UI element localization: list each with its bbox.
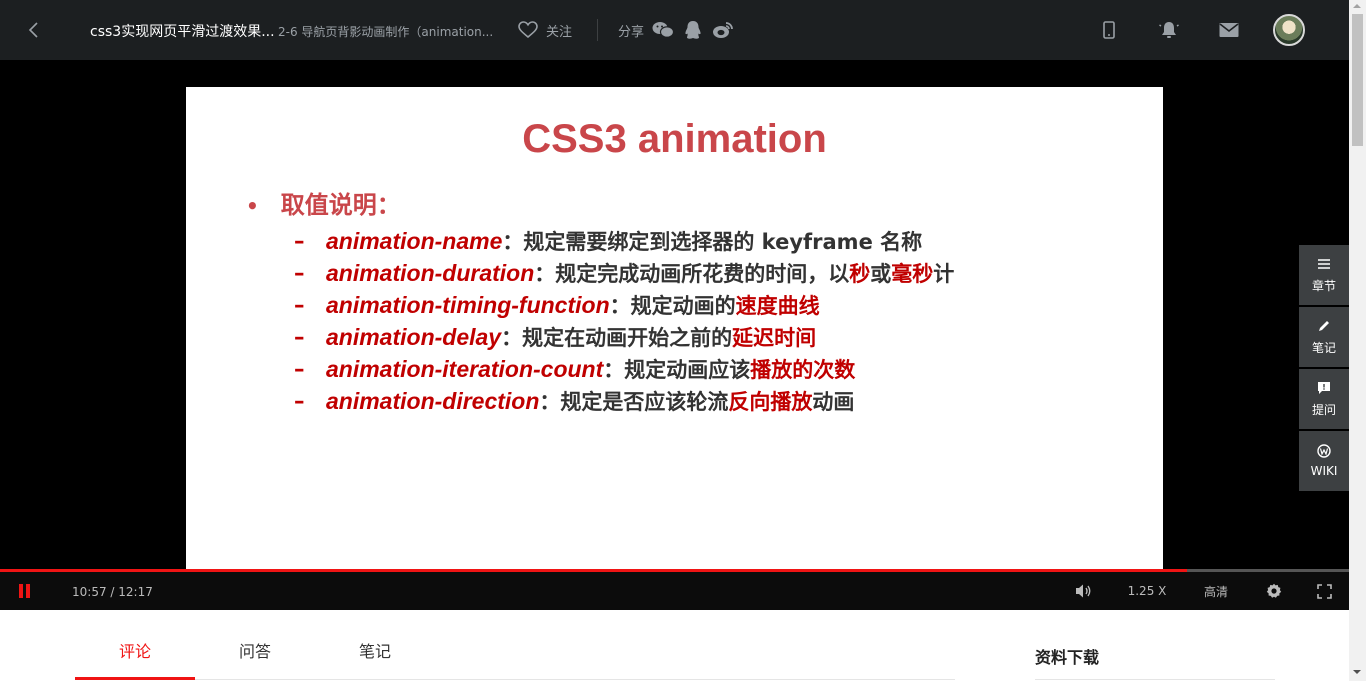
item-dash: – <box>294 293 305 317</box>
gear-icon[interactable] <box>1264 581 1284 601</box>
scroll-thumb[interactable] <box>1352 14 1363 146</box>
item-desc: 规定动画应该 <box>624 358 751 382</box>
item-sep: ： <box>609 294 631 318</box>
item-dash: – <box>294 325 305 349</box>
qq-icon[interactable] <box>682 20 704 40</box>
item-desc: 规定需要绑定到选择器的 keyframe 名称 <box>523 230 923 254</box>
tab-divider <box>75 679 955 680</box>
item-tail: 动画 <box>812 390 855 414</box>
list-icon <box>1318 258 1330 269</box>
top-bar: css3实现网页平滑过渡效果... 2-6 导航页背影动画制作（animatio… <box>0 0 1349 60</box>
mail-icon[interactable] <box>1217 18 1241 42</box>
speed-button[interactable]: 1.25 X <box>1122 581 1172 601</box>
question-bubble-icon <box>1318 381 1330 394</box>
item-prop: animation-timing-function <box>326 291 610 318</box>
wiki-label: WIKI <box>1310 464 1338 478</box>
share-group: 分享 <box>618 20 734 40</box>
item-prop: animation-delay <box>326 323 502 350</box>
item-dash: – <box>294 357 305 381</box>
share-label: 分享 <box>618 24 645 40</box>
slide-item: – animation-name：规定需要绑定到选择器的 keyframe 名称 <box>294 225 954 257</box>
item-prop: animation-direction <box>326 387 540 414</box>
ask-label: 提问 <box>1311 402 1336 417</box>
chapters-button[interactable]: 章节 <box>1299 245 1349 305</box>
mobile-icon[interactable] <box>1097 18 1121 42</box>
download-title: 资料下载 <box>1035 648 1100 667</box>
fullscreen-icon[interactable] <box>1314 581 1334 601</box>
slide-items: – animation-name：规定需要绑定到选择器的 keyframe 名称 … <box>294 225 954 417</box>
pencil-icon <box>1319 320 1329 331</box>
weibo-icon[interactable] <box>712 20 734 40</box>
scroll-down-arrow[interactable] <box>1353 670 1361 674</box>
item-highlight: 播放的次数 <box>750 358 856 382</box>
slide-bullet: • 取值说明： <box>246 185 401 220</box>
item-sep: ： <box>501 326 523 350</box>
pause-icon[interactable] <box>18 584 32 598</box>
item-desc: 规定完成动画所花费的时间，以 <box>555 262 850 286</box>
notes-label: 笔记 <box>1311 340 1336 355</box>
bullet-dot: • <box>246 194 259 218</box>
tab-comments[interactable]: 评论 <box>75 638 195 662</box>
item-sep: ： <box>534 262 556 286</box>
lesson-title: 2-6 导航页背影动画制作（animation... <box>278 25 494 39</box>
follow-button[interactable]: 关注 <box>518 20 572 40</box>
item-highlight: 秒 <box>849 262 871 286</box>
side-panel: 章节 笔记 提问 WIKI <box>1299 245 1349 493</box>
item-sep: ： <box>539 390 561 414</box>
bottom-content: 评论 问答 笔记 资料下载 <box>0 610 1349 681</box>
item-desc: 规定在动画开始之前的 <box>522 326 733 350</box>
slide-title: CSS3 animation <box>522 117 827 161</box>
item-desc: 规定动画的 <box>630 294 736 318</box>
active-tab-indicator <box>75 677 195 680</box>
volume-icon[interactable] <box>1074 581 1094 601</box>
slide-item: – animation-duration：规定完成动画所花费的时间，以秒或毫秒计 <box>294 257 954 289</box>
slide-item: – animation-timing-function：规定动画的 速度曲线 <box>294 289 954 321</box>
item-dash: – <box>294 229 305 253</box>
item-highlight: 延迟时间 <box>732 326 817 350</box>
course-title[interactable]: css3实现网页平滑过渡效果... <box>90 21 275 41</box>
notes-button[interactable]: 笔记 <box>1299 307 1349 367</box>
item-dash: – <box>294 389 305 413</box>
wiki-button[interactable]: WIKI <box>1299 431 1349 491</box>
video-player[interactable]: CSS3 animation • 取值说明： – animation-name：规定… <box>0 60 1349 570</box>
video-slide: CSS3 animation • 取值说明： – animation-name：规定… <box>186 87 1163 570</box>
heart-icon <box>518 21 538 39</box>
chapters-label: 章节 <box>1311 278 1336 293</box>
item-sep: ： <box>502 230 524 254</box>
item-desc: 规定是否应该轮流 <box>560 390 729 414</box>
bell-icon[interactable] <box>1157 18 1181 42</box>
follow-label: 关注 <box>546 24 573 40</box>
item-prop: animation-name <box>326 227 503 254</box>
item-highlight: 速度曲线 <box>735 294 820 318</box>
download-divider <box>1035 679 1275 680</box>
item-mid: 或 <box>870 262 892 286</box>
bullet-text: 取值说明： <box>280 191 401 219</box>
header-divider <box>597 19 598 41</box>
tab-qa[interactable]: 问答 <box>195 638 315 662</box>
quality-button[interactable]: 高清 <box>1196 581 1236 601</box>
slide-item: – animation-direction：规定是否应该轮流 反向播放 动画 <box>294 385 954 417</box>
player-controls: 10:57 / 12:17 1.25 X 高清 <box>0 572 1349 610</box>
page-scrollbar[interactable] <box>1349 0 1366 681</box>
user-avatar[interactable] <box>1273 14 1305 46</box>
wechat-icon[interactable] <box>652 20 675 40</box>
back-arrow-icon[interactable] <box>22 18 46 42</box>
item-highlight: 毫秒 <box>891 262 934 286</box>
slide-item: – animation-iteration-count：规定动画应该 播放的次数 <box>294 353 954 385</box>
wiki-icon <box>1317 444 1331 458</box>
scroll-up-arrow[interactable] <box>1353 4 1361 8</box>
item-prop: animation-iteration-count <box>326 355 604 382</box>
ask-button[interactable]: 提问 <box>1299 369 1349 429</box>
time-display: 10:57 / 12:17 <box>72 585 153 599</box>
item-prop: animation-duration <box>326 259 535 286</box>
item-tail: 计 <box>933 262 955 286</box>
tab-notes[interactable]: 笔记 <box>315 638 435 662</box>
slide-item: – animation-delay：规定在动画开始之前的 延迟时间 <box>294 321 954 353</box>
item-sep: ： <box>603 358 625 382</box>
item-dash: – <box>294 261 305 285</box>
item-highlight: 反向播放 <box>728 390 813 414</box>
